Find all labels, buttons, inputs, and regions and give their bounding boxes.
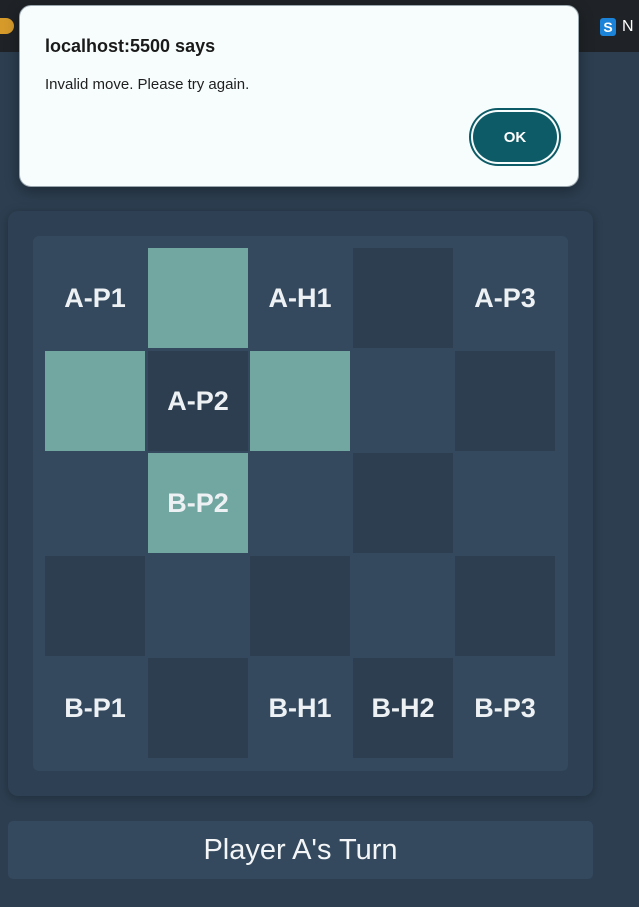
site-favicon-icon: S (600, 18, 616, 36)
browser-tab[interactable]: SN (600, 18, 634, 36)
dialog-message: Invalid move. Please try again. (45, 76, 250, 93)
browser-tab-title: N (622, 18, 634, 35)
board-cell[interactable]: A-P2 (148, 351, 248, 451)
browser-tab-favicon-icon[interactable] (0, 18, 14, 34)
board-cell[interactable] (455, 453, 555, 553)
ok-button[interactable]: OK (473, 112, 557, 162)
board-cell[interactable] (45, 556, 145, 656)
board-cell[interactable] (250, 556, 350, 656)
board-cell[interactable] (250, 351, 350, 451)
board-cell[interactable] (250, 453, 350, 553)
game-board-panel: A-P1 A-H1 A-P3 A-P2 B-P2 B-P1 B-H1 B-H2 B-P3 (8, 211, 593, 796)
game-board: A-P1 A-H1 A-P3 A-P2 B-P2 B-P1 B-H1 B-H2 B-P3 (33, 236, 568, 771)
board-cell[interactable] (148, 556, 248, 656)
board-cell[interactable] (45, 351, 145, 451)
board-cell[interactable] (353, 248, 453, 348)
alert-dialog: localhost:5500 says Invalid move. Please… (19, 5, 579, 187)
board-cell[interactable] (45, 453, 145, 553)
board-cell[interactable] (148, 248, 248, 348)
board-cell[interactable]: A-P3 (455, 248, 555, 348)
board-cell[interactable]: B-P2 (148, 453, 248, 553)
board-cell[interactable]: B-H1 (250, 658, 350, 758)
board-cell[interactable] (353, 453, 453, 553)
board-cell[interactable]: B-H2 (353, 658, 453, 758)
board-cell[interactable] (455, 556, 555, 656)
dialog-title: localhost:5500 says (45, 36, 216, 56)
board-cell[interactable] (353, 351, 453, 451)
board-cell[interactable] (148, 658, 248, 758)
board-cell[interactable]: A-H1 (250, 248, 350, 348)
board-cell[interactable]: B-P1 (45, 658, 145, 758)
board-cell[interactable] (455, 351, 555, 451)
board-cell[interactable] (353, 556, 453, 656)
turn-indicator: Player A's Turn (8, 821, 593, 879)
board-cell[interactable]: B-P3 (455, 658, 555, 758)
board-cell[interactable]: A-P1 (45, 248, 145, 348)
